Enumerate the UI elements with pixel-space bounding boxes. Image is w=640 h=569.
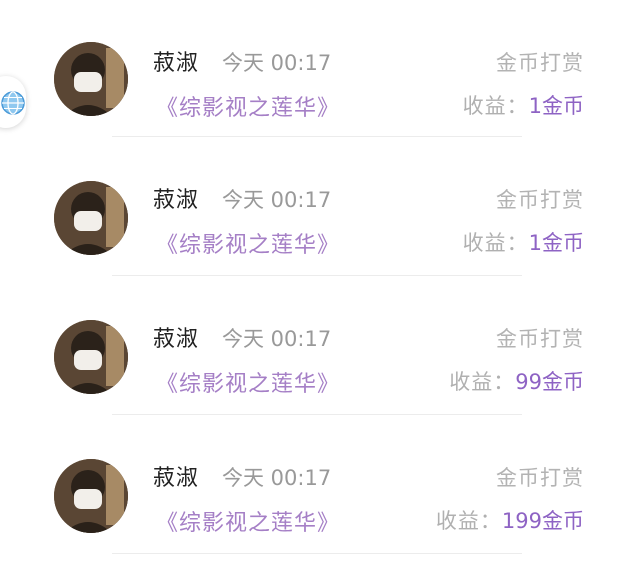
avatar-photo-icon: [54, 42, 128, 116]
user-avatar[interactable]: [54, 181, 128, 255]
globe-icon: [1, 91, 25, 115]
record-time: 今天 00:17: [222, 466, 332, 490]
income-label: 收益：: [435, 509, 502, 533]
income-amount: 1金币: [528, 94, 584, 118]
reward-record-row[interactable]: 菽淑 今天 00:17 金币打赏 《综影视之莲华》 收益：99金币: [0, 276, 640, 415]
reward-record-row[interactable]: 菽淑 今天 00:17 金币打赏 《综影视之莲华》 收益：1金币: [0, 0, 640, 137]
record-time: 今天 00:17: [222, 327, 332, 351]
user-avatar[interactable]: [54, 459, 128, 533]
income-label: 收益：: [462, 231, 529, 255]
user-name[interactable]: 菽淑: [153, 321, 199, 353]
income-amount: 1金币: [528, 231, 584, 255]
income-amount: 199金币: [501, 509, 584, 533]
income-info: 收益：99金币: [449, 366, 584, 396]
record-time: 今天 00:17: [222, 51, 332, 75]
income-info: 收益：199金币: [436, 505, 584, 535]
row-divider: [112, 553, 522, 554]
user-avatar[interactable]: [54, 42, 128, 116]
record-type: 金币打赏: [496, 327, 584, 351]
record-type: 金币打赏: [496, 51, 584, 75]
reward-record-row[interactable]: 菽淑 今天 00:17 金币打赏 《综影视之莲华》 收益：1金币: [0, 137, 640, 276]
avatar-photo-icon: [54, 459, 128, 533]
book-link[interactable]: 《综影视之莲华》: [156, 505, 340, 537]
income-label: 收益：: [449, 370, 516, 394]
avatar-photo-icon: [54, 320, 128, 394]
user-name[interactable]: 菽淑: [153, 45, 199, 77]
income-label: 收益：: [462, 94, 529, 118]
user-name[interactable]: 菽淑: [153, 182, 199, 214]
income-info: 收益：1金币: [463, 227, 584, 257]
income-info: 收益：1金币: [463, 90, 584, 120]
income-amount: 99金币: [515, 370, 584, 394]
user-avatar[interactable]: [54, 320, 128, 394]
reward-record-list: 菽淑 今天 00:17 金币打赏 《综影视之莲华》 收益：1金币 菽淑 今天 0…: [0, 0, 640, 569]
avatar-photo-icon: [54, 181, 128, 255]
book-link[interactable]: 《综影视之莲华》: [156, 227, 340, 259]
reward-record-row[interactable]: 菽淑 今天 00:17 金币打赏 《综影视之莲华》 收益：199金币: [0, 415, 640, 554]
book-link[interactable]: 《综影视之莲华》: [156, 366, 340, 398]
record-time: 今天 00:17: [222, 188, 332, 212]
user-name[interactable]: 菽淑: [153, 460, 199, 492]
record-type: 金币打赏: [496, 188, 584, 212]
book-link[interactable]: 《综影视之莲华》: [156, 90, 340, 122]
record-type: 金币打赏: [496, 466, 584, 490]
